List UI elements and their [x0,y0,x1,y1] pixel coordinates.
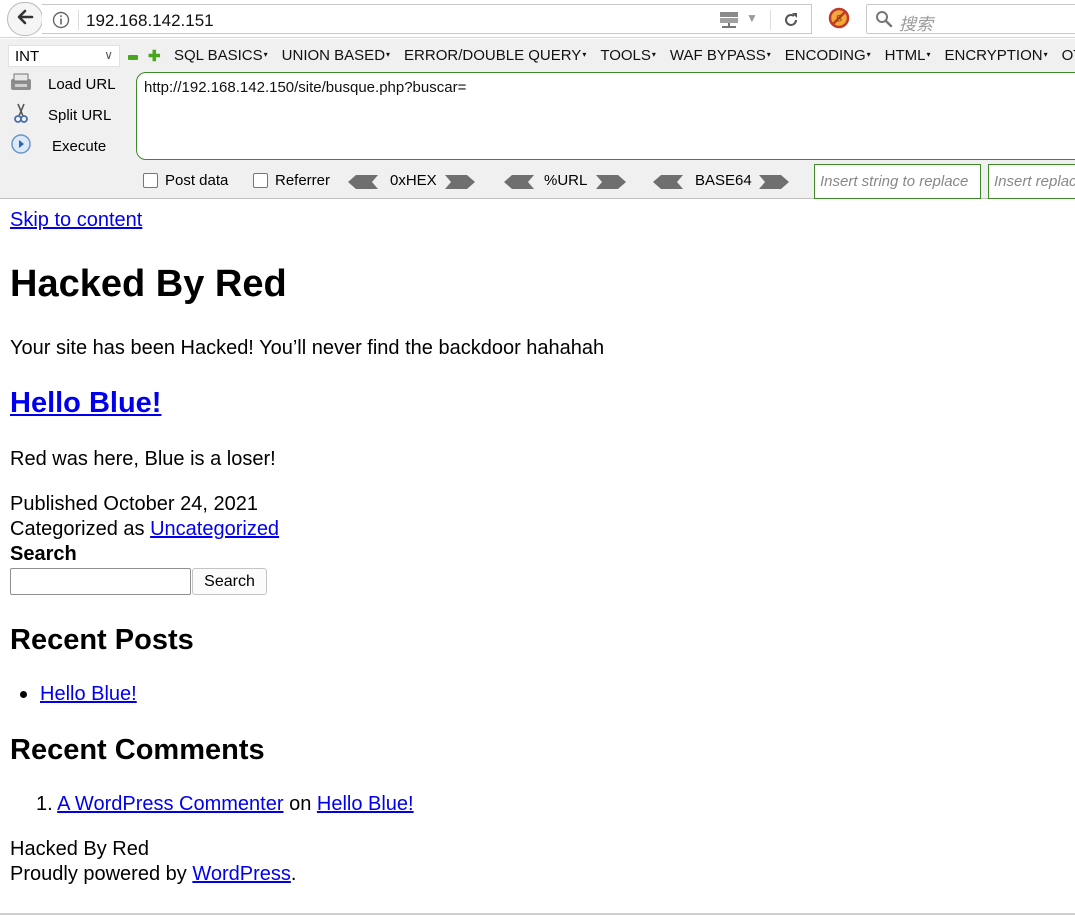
post-title: Hello Blue! [10,387,161,420]
noscript-icon[interactable]: S [828,7,850,34]
comment-on-text: on [289,793,312,815]
back-button[interactable] [7,2,43,36]
execute-label: Execute [52,137,107,155]
recent-posts-list: Hello Blue! [20,683,137,706]
recent-comments-heading: Recent Comments [10,734,265,766]
plus-icon[interactable]: ✚ [148,49,161,64]
menu-union-based[interactable]: UNION BASED▾ [282,47,390,64]
post-category: Categorized as Uncategorized [10,518,279,541]
footer-period: . [290,863,297,885]
replacing-string-input[interactable]: Insert replacing string [988,164,1075,199]
footer-site-name: Hacked By Red [10,838,149,860]
search-label: Search [10,543,77,565]
recent-comment-item: 1. A WordPress Commenter on Hello Blue! [36,793,414,816]
menu-encryption[interactable]: ENCRYPTION▾ [945,47,1048,64]
browser-search-box[interactable]: 搜索 [866,4,1075,34]
menu-encoding[interactable]: ENCODING▾ [785,47,871,64]
address-text[interactable]: 192.168.142.151 [86,11,214,31]
list-bullet [20,691,27,698]
play-icon [10,133,32,160]
scissors-icon [10,102,32,129]
site-title: Hacked By Red [10,263,287,305]
target-url-textarea[interactable]: http://192.168.142.150/site/busque.php?b… [136,72,1075,160]
post-body: Red was here, Blue is a loser! [10,448,276,470]
hackbar-menu: SQL BASICS▾ UNION BASED▾ ERROR/DOUBLE QU… [174,47,1075,64]
menu-tools[interactable]: TOOLS▾ [600,47,656,64]
split-url-button[interactable]: Split URL [10,102,111,129]
search-button[interactable]: Search [192,568,267,595]
powered-by-prefix: Proudly powered by [10,863,187,885]
url-encoding-label: %URL [544,172,588,189]
network-icon[interactable] [718,11,740,34]
search-placeholder: 搜索 [899,15,933,34]
search-icon [875,10,893,33]
browser-toolbar: 192.168.142.151 ▼ S 搜索 [0,0,1075,38]
injection-type-select[interactable]: INT ∨ [8,45,120,67]
referrer-label: Referrer [275,172,331,189]
comment-author-link[interactable]: A WordPress Commenter [57,793,283,815]
url-decode-arrow-icon[interactable] [504,175,534,194]
execute-button[interactable]: Execute [10,133,106,160]
back-arrow-icon [15,7,35,32]
referrer-checkbox[interactable]: Referrer [253,172,330,189]
info-icon[interactable] [52,11,70,34]
menu-error-double-query[interactable]: ERROR/DOUBLE QUERY▾ [404,47,586,64]
post-title-link[interactable]: Hello Blue! [10,387,161,419]
published-date: October 24, 2021 [103,493,258,515]
base64-encode-arrow-icon[interactable] [759,175,789,194]
menu-waf-bypass[interactable]: WAF BYPASS▾ [670,47,771,64]
injection-type-value: INT [15,48,40,65]
reload-icon[interactable] [782,8,800,35]
wordpress-link[interactable]: WordPress [192,863,291,885]
split-url-label: Split URL [48,106,112,124]
category-link[interactable]: Uncategorized [150,518,279,540]
divider [770,10,771,30]
base64-label: BASE64 [695,172,752,189]
divider [78,10,79,30]
minus-icon[interactable] [128,55,138,60]
base64-decode-arrow-icon[interactable] [653,175,683,194]
menu-html[interactable]: HTML▾ [885,47,931,64]
post-data-checkbox[interactable]: Post data [143,172,228,189]
menu-sql-basics[interactable]: SQL BASICS▾ [174,47,268,64]
address-bar[interactable]: 192.168.142.151 ▼ [42,4,812,34]
load-url-label: Load URL [48,75,116,93]
comment-number: 1. [36,793,53,815]
url-encode-arrow-icon[interactable] [596,175,626,194]
chevron-down-icon: ∨ [104,48,113,62]
comment-post-link[interactable]: Hello Blue! [317,793,414,815]
categorized-prefix: Categorized as [10,518,145,540]
load-url-icon [10,72,32,97]
search-input[interactable] [10,568,191,595]
checkbox[interactable] [253,173,268,188]
recent-post-link[interactable]: Hello Blue! [40,683,137,705]
post-data-label: Post data [165,172,229,189]
load-url-button[interactable]: Load URL [10,72,116,97]
hackbar-panel: INT ∨ ✚ SQL BASICS▾ UNION BASED▾ ERROR/D… [0,39,1075,199]
replace-string-input[interactable]: Insert string to replace [814,164,981,199]
target-url-text: http://192.168.142.150/site/busque.php?b… [144,79,467,96]
hex-encode-arrow-icon[interactable] [445,175,475,194]
site-tagline: Your site has been Hacked! You’ll never … [10,337,605,359]
hex-label: 0xHEX [390,172,437,189]
post-published: Published October 24, 2021 [10,493,258,516]
chevron-down-icon[interactable]: ▼ [746,11,758,25]
footer-powered-by: Proudly powered by WordPress. [10,863,296,886]
skip-to-content-link[interactable]: Skip to content [10,209,142,232]
checkbox[interactable] [143,173,158,188]
recent-posts-heading: Recent Posts [10,624,194,656]
hex-decode-arrow-icon[interactable] [348,175,378,194]
published-prefix: Published [10,493,98,515]
svg-text:S: S [836,14,842,24]
menu-other[interactable]: OT [1062,47,1075,64]
